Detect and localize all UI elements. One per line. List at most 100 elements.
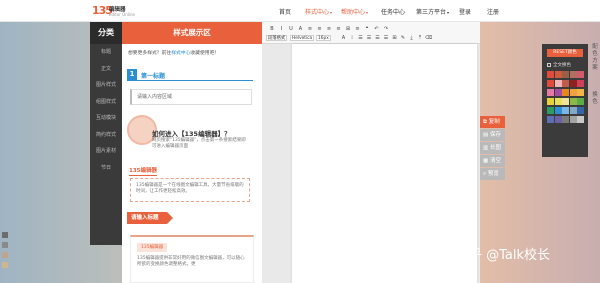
style-item-dashed-box[interactable]: 135编辑器是一个在线图文编辑工具，大量节省排版的时间，让工作更轻松高效。 — [130, 178, 250, 202]
scheme-swatch[interactable] — [2, 242, 8, 248]
color-swatch[interactable] — [569, 71, 577, 78]
reset-color-button[interactable]: RESET颜色 — [547, 49, 583, 57]
toolbar-button[interactable]: U — [287, 26, 295, 33]
color-swatch[interactable] — [577, 98, 584, 105]
color-swatch[interactable] — [554, 89, 562, 96]
toolbar-button[interactable]: B — [268, 26, 276, 33]
toolbar-button[interactable]: ⌫ — [425, 35, 432, 42]
color-swatch[interactable] — [569, 107, 577, 114]
color-swatch[interactable] — [554, 71, 562, 78]
nav-item[interactable]: 首页 — [279, 7, 291, 16]
color-swatch[interactable] — [562, 98, 569, 105]
style-number-badge: 1 — [127, 69, 137, 80]
category-item[interactable]: 组图样式 — [90, 94, 122, 111]
category-item[interactable]: 标题 — [90, 44, 122, 61]
style-center-link[interactable]: 样式中心 — [171, 51, 190, 56]
apply-all-label: 全文换色 — [553, 63, 571, 68]
color-swatch[interactable] — [554, 116, 562, 123]
paragraph-format-select[interactable]: 段落格式 — [266, 35, 288, 41]
nav-item[interactable]: 任务中心 — [381, 7, 405, 16]
toolbar-button[interactable]: ⊞ — [344, 26, 352, 33]
nav-item[interactable]: 帮助中心▾ — [341, 7, 368, 16]
side-action-button[interactable]: ⌕ 预览 — [480, 168, 505, 180]
style-item-card[interactable]: 135编辑器 135编辑器提供非常好用的微信图文编辑器，可以随心所欲的变换颜色调… — [130, 235, 254, 283]
scheme-swatch[interactable] — [2, 262, 8, 268]
color-swatch[interactable] — [547, 71, 554, 78]
color-swatch[interactable] — [569, 89, 577, 96]
category-item[interactable]: 图片样式 — [90, 77, 122, 94]
toolbar-button[interactable]: A — [340, 35, 347, 42]
color-swatch[interactable] — [577, 80, 584, 87]
style-item-content-box[interactable]: 请输入内容区域 — [130, 89, 252, 105]
color-swatch[interactable] — [577, 107, 584, 114]
toolbar-button[interactable]: ⁞ — [349, 35, 356, 42]
nav-item[interactable]: 注册 — [487, 7, 499, 16]
toolbar-button[interactable]: ⤒ — [417, 35, 424, 42]
toolbar-button[interactable]: ↶ — [373, 26, 381, 33]
style-item-question-title[interactable]: 如何进入【135编辑器】？ — [152, 128, 231, 138]
side-action-button[interactable]: ⧉ 复制 — [480, 116, 505, 128]
toolbar-button[interactable]: ≡ — [325, 26, 333, 33]
style-item-first-title[interactable]: 1 第一标题 — [127, 69, 253, 81]
editor-document[interactable] — [292, 44, 477, 283]
tab-change-color[interactable]: 换色 — [590, 92, 600, 106]
color-swatch[interactable] — [547, 98, 554, 105]
color-swatch[interactable] — [554, 98, 562, 105]
nav-item[interactable]: 第三方平台▾ — [416, 7, 449, 16]
color-swatch[interactable] — [547, 89, 554, 96]
color-swatch[interactable] — [554, 107, 562, 114]
scheme-swatch[interactable] — [2, 252, 8, 258]
toolbar-button[interactable]: ☰ — [357, 35, 364, 42]
toolbar-button[interactable]: ✎ — [400, 35, 407, 42]
category-item[interactable]: 图片素材 — [90, 143, 122, 160]
side-action-button[interactable]: ▥ 长图 — [480, 142, 505, 154]
category-item[interactable]: 正文 — [90, 61, 122, 78]
color-swatch[interactable] — [562, 71, 569, 78]
toolbar-button[interactable]: ☰ — [374, 35, 381, 42]
style-item-underline-label[interactable]: 135编辑器 — [129, 166, 157, 176]
toolbar-button[interactable]: ⊞ — [391, 35, 398, 42]
color-swatch[interactable] — [554, 80, 562, 87]
color-swatch[interactable] — [569, 116, 577, 123]
color-swatch[interactable] — [569, 80, 577, 87]
color-swatch[interactable] — [577, 71, 584, 78]
color-swatch[interactable] — [562, 116, 569, 123]
category-item[interactable]: 节日 — [90, 160, 122, 177]
toolbar-button[interactable]: ≡ — [354, 26, 362, 33]
color-swatch[interactable] — [577, 89, 584, 96]
toolbar-button[interactable]: ≡ — [306, 26, 314, 33]
logo[interactable]: 135 编辑器 Editor Online — [92, 3, 152, 19]
toolbar-button[interactable]: ☰ — [366, 35, 373, 42]
color-swatch[interactable] — [562, 107, 569, 114]
color-swatch[interactable] — [577, 116, 584, 123]
toolbar-button[interactable]: ⤓ — [408, 35, 415, 42]
nav-item[interactable]: 样式中心▾ — [305, 7, 332, 16]
side-action-button[interactable]: ▤ 保存 — [480, 129, 505, 141]
tab-color-scheme[interactable]: 配色方案 — [590, 44, 600, 72]
toolbar-button[interactable]: ☰ — [383, 35, 390, 42]
scheme-swatch[interactable] — [2, 232, 8, 238]
nav-item-label: 首页 — [279, 9, 292, 16]
color-swatch[interactable] — [547, 116, 554, 123]
category-item[interactable]: 互动模块 — [90, 110, 122, 127]
toolbar-button[interactable]: ↷ — [382, 26, 390, 33]
logo-mark: 135 — [92, 4, 113, 17]
toolbar-button[interactable]: A — [297, 26, 305, 33]
toolbar-button[interactable]: ≡ — [316, 26, 324, 33]
toolbar-button[interactable]: ❝ — [363, 26, 371, 33]
side-action-button[interactable]: ▦ 清空 — [480, 155, 505, 167]
style-item-question-desc: 网页搜索"135编辑器"，点击第一条搜索结果即可进入编辑器页面 — [152, 138, 246, 149]
color-swatch[interactable] — [547, 80, 554, 87]
category-item[interactable]: 简约样式 — [90, 127, 122, 144]
nav-item[interactable]: 登录 — [459, 7, 471, 16]
toolbar-button[interactable]: ≡ — [335, 26, 343, 33]
toolbar-button[interactable]: I — [278, 26, 286, 33]
font-size-select[interactable]: 16px — [316, 35, 331, 41]
font-family-select[interactable]: Helvetica — [290, 35, 315, 41]
apply-all-color-checkbox[interactable]: 全文换色 — [547, 62, 571, 68]
color-swatch[interactable] — [562, 89, 569, 96]
style-item-arrow-tag[interactable]: 请输入标题 — [127, 212, 172, 224]
color-swatch[interactable] — [562, 80, 569, 87]
color-swatch[interactable] — [569, 98, 577, 105]
color-swatch[interactable] — [547, 107, 554, 114]
